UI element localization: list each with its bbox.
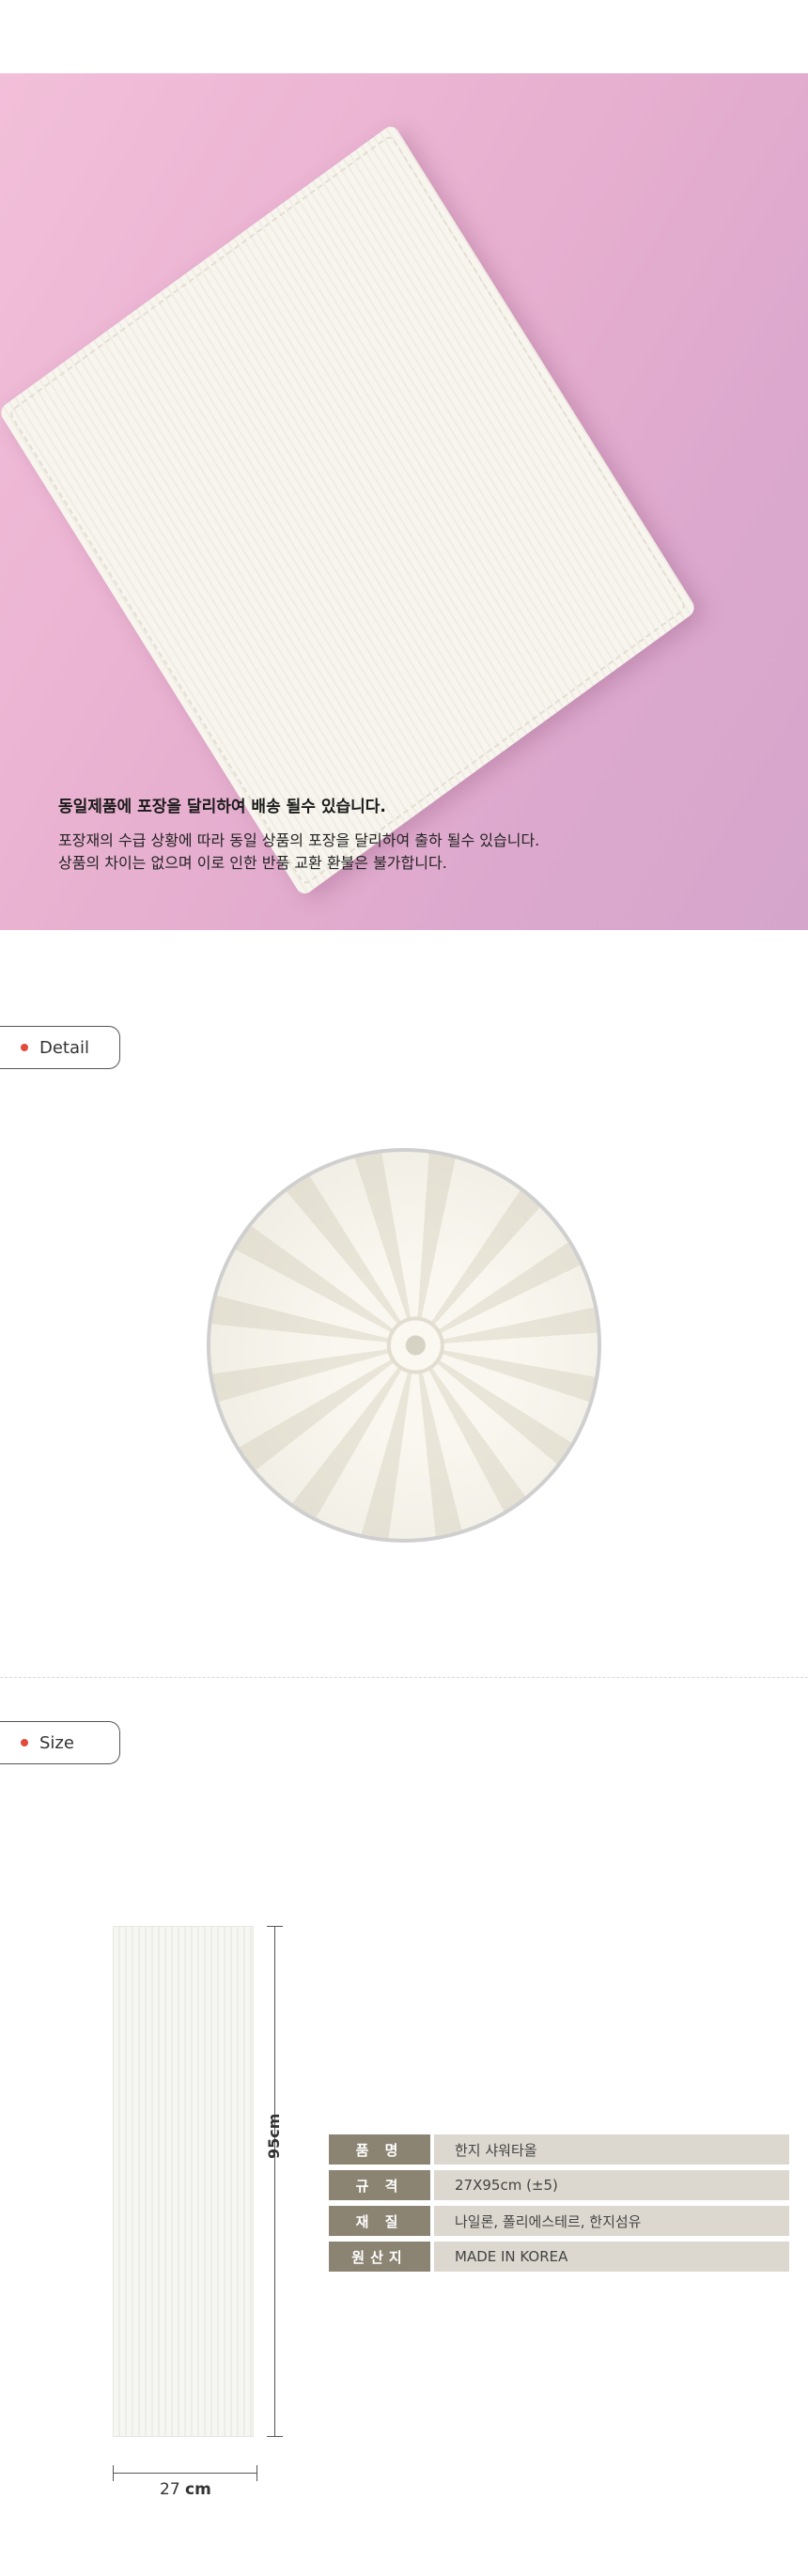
width-value: 27 bbox=[160, 2480, 180, 2499]
height-dimension-cap-bottom bbox=[267, 2436, 283, 2437]
red-dot-icon bbox=[21, 1739, 28, 1746]
detail-label: Detail bbox=[39, 1037, 90, 1058]
spec-table: 품 명 한지 샤워타올 규 격 27X95cm (±5) 재 질 나일론, 폴리… bbox=[329, 2134, 789, 2277]
height-dimension-label: 95cm bbox=[265, 2113, 283, 2159]
spec-row-origin: 원산지 MADE IN KOREA bbox=[329, 2242, 789, 2272]
height-dimension-line bbox=[274, 1926, 275, 2437]
spec-value: MADE IN KOREA bbox=[434, 2242, 789, 2272]
spec-row-material: 재 질 나일론, 폴리에스테르, 한지섬유 bbox=[329, 2206, 789, 2236]
size-label: Size bbox=[39, 1732, 74, 1753]
notice-line-2: 상품의 차이는 없으며 이로 인한 반품 교환 환불은 불가합니다. bbox=[58, 854, 447, 872]
folded-towel-illustration bbox=[0, 122, 698, 898]
towel-size-illustration bbox=[113, 1926, 254, 2437]
spec-value: 27X95cm (±5) bbox=[434, 2170, 789, 2200]
height-dimension-cap-top bbox=[267, 1926, 283, 1927]
width-dimension-cap-left bbox=[113, 2465, 114, 2481]
spec-value: 나일론, 폴리에스테르, 한지섬유 bbox=[434, 2206, 789, 2236]
notice-title: 동일제품에 포장을 달리하여 배송 될수 있습니다. bbox=[58, 798, 386, 816]
size-section-tag: Size bbox=[0, 1721, 120, 1764]
hero-product-image: 동일제품에 포장을 달리하여 배송 될수 있습니다. 포장재의 수급 상황에 따… bbox=[0, 73, 808, 930]
notice-line-1: 포장재의 수급 상황에 따라 동일 상품의 포장을 달리하여 출하 될수 있습니… bbox=[58, 831, 540, 849]
spec-key: 규 격 bbox=[329, 2170, 430, 2200]
texture-detail-image bbox=[207, 1148, 601, 1543]
width-unit: cm bbox=[185, 2480, 211, 2499]
detail-section-tag: Detail bbox=[0, 1026, 120, 1069]
spec-row-name: 품 명 한지 샤워타올 bbox=[329, 2134, 789, 2165]
width-dimension-label: 27 cm bbox=[160, 2480, 211, 2499]
width-dimension-line bbox=[113, 2473, 257, 2474]
spec-key: 재 질 bbox=[329, 2206, 430, 2236]
red-dot-icon bbox=[21, 1044, 28, 1051]
section-divider bbox=[0, 1677, 808, 1678]
width-dimension-cap-right bbox=[256, 2465, 257, 2481]
spec-key: 원산지 bbox=[329, 2242, 430, 2272]
spec-value: 한지 샤워타올 bbox=[434, 2134, 789, 2165]
packaging-notice: 동일제품에 포장을 달리하여 배송 될수 있습니다. 포장재의 수급 상황에 따… bbox=[58, 793, 772, 875]
spec-key: 품 명 bbox=[329, 2134, 430, 2165]
spec-row-size: 규 격 27X95cm (±5) bbox=[329, 2170, 789, 2200]
